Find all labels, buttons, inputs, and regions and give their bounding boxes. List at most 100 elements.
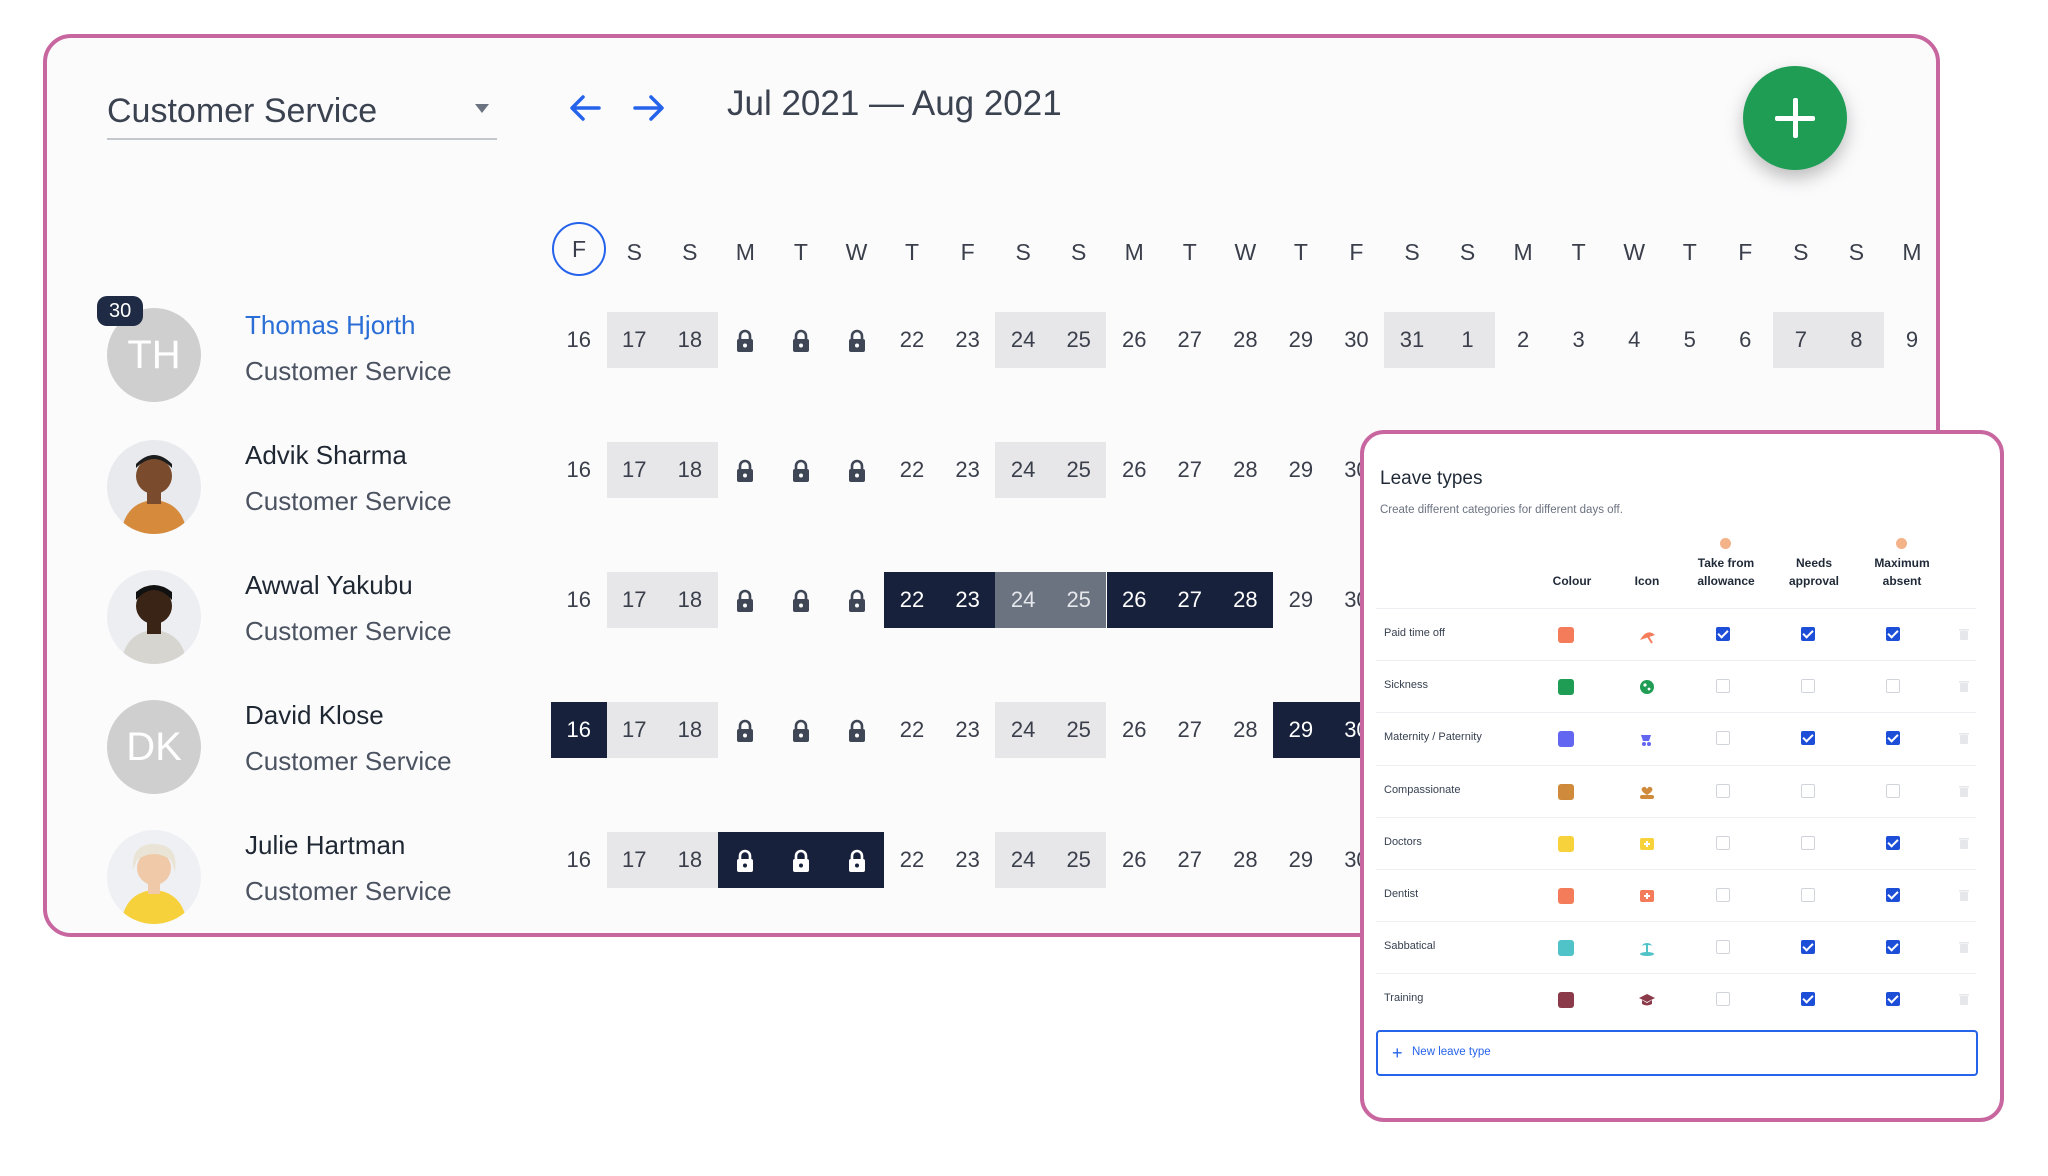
day-cell[interactable]: 22 [884, 572, 940, 628]
take-from-allowance-checkbox[interactable] [1716, 679, 1730, 694]
colour-swatch[interactable] [1558, 679, 1574, 696]
employee-name[interactable]: David Klose [245, 700, 384, 731]
day-cell[interactable]: 25 [1050, 442, 1107, 498]
take-from-allowance-checkbox[interactable] [1716, 627, 1730, 641]
day-cell[interactable]: 18 [662, 702, 718, 758]
locked-day-cell[interactable] [829, 442, 885, 498]
day-cell[interactable]: 25 [1050, 572, 1107, 628]
locked-day-cell[interactable] [718, 572, 774, 628]
day-cell[interactable]: 27 [1162, 702, 1218, 758]
leave-type-row[interactable]: Sabbatical [1376, 921, 1976, 974]
day-cell[interactable]: 22 [884, 312, 940, 368]
day-cell[interactable]: 16 [551, 702, 607, 758]
day-cell[interactable]: 3 [1551, 312, 1607, 368]
day-cell[interactable]: 2 [1495, 312, 1551, 368]
day-cell[interactable]: 24 [995, 572, 1051, 628]
leave-type-row[interactable]: Doctors [1376, 816, 1976, 870]
stroller-icon[interactable] [1638, 730, 1656, 748]
colour-swatch[interactable] [1558, 992, 1574, 1009]
day-cell[interactable]: 16 [551, 832, 607, 888]
day-cell[interactable]: 7 [1773, 312, 1829, 368]
leave-type-row[interactable]: Maternity / Paternity [1376, 712, 1976, 765]
day-cell[interactable]: 18 [662, 442, 718, 498]
day-cell[interactable]: 17 [606, 702, 663, 758]
day-cell[interactable]: 25 [1050, 832, 1107, 888]
graduation-cap-icon[interactable] [1638, 991, 1656, 1009]
day-cell[interactable]: 24 [995, 832, 1051, 888]
colour-swatch[interactable] [1558, 783, 1574, 800]
trash-icon[interactable] [1959, 680, 1969, 693]
day-cell[interactable]: 29 [1273, 312, 1329, 368]
day-cell[interactable]: 16 [551, 442, 607, 498]
day-cell[interactable]: 17 [606, 832, 663, 888]
trash-icon[interactable] [1959, 628, 1969, 640]
day-cell[interactable]: 28 [1217, 572, 1274, 628]
needs-approval-checkbox[interactable] [1801, 835, 1815, 850]
employee-name[interactable]: Julie Hartman [245, 830, 405, 861]
day-cell[interactable]: 22 [884, 442, 940, 498]
day-cell[interactable]: 16 [551, 572, 607, 628]
day-cell[interactable]: 24 [995, 442, 1051, 498]
trash-icon[interactable] [1959, 993, 1969, 1006]
day-cell[interactable]: 28 [1218, 442, 1274, 498]
add-button[interactable] [1743, 66, 1847, 170]
take-from-allowance-checkbox[interactable] [1716, 783, 1730, 798]
beach-umbrella-icon[interactable] [1638, 626, 1656, 644]
leave-type-row[interactable]: Training [1376, 973, 1976, 1026]
day-cell[interactable]: 16 [551, 312, 607, 368]
maximum-absent-checkbox[interactable] [1886, 679, 1900, 694]
employee-name[interactable]: Thomas Hjorth [245, 310, 416, 341]
locked-day-cell[interactable] [828, 832, 885, 888]
trash-icon[interactable] [1959, 732, 1969, 745]
day-cell[interactable]: 9 [1884, 312, 1936, 368]
take-from-allowance-checkbox[interactable] [1716, 940, 1730, 955]
day-cell[interactable]: 4 [1606, 312, 1662, 368]
needs-approval-checkbox[interactable] [1801, 679, 1815, 694]
leave-type-row[interactable]: Paid time off [1376, 608, 1976, 661]
day-cell[interactable]: 29 [1273, 702, 1329, 758]
maximum-absent-checkbox[interactable] [1886, 731, 1900, 746]
locked-day-cell[interactable] [718, 702, 774, 758]
day-cell[interactable]: 27 [1162, 832, 1218, 888]
leave-type-row[interactable]: Dentist [1376, 869, 1976, 922]
colour-swatch[interactable] [1558, 940, 1574, 957]
day-cell[interactable]: 29 [1273, 572, 1329, 628]
day-cell[interactable]: 1 [1439, 312, 1496, 368]
day-cell[interactable]: 27 [1162, 312, 1218, 368]
day-cell[interactable]: 17 [606, 442, 663, 498]
trash-icon[interactable] [1959, 785, 1969, 797]
trash-icon[interactable] [1959, 889, 1969, 901]
day-cell[interactable]: 23 [939, 572, 996, 628]
locked-day-cell[interactable] [717, 832, 774, 888]
day-cell[interactable]: 25 [1050, 312, 1107, 368]
day-cell[interactable]: 26 [1107, 702, 1163, 758]
locked-day-cell[interactable] [773, 442, 829, 498]
medical-kit-icon[interactable] [1638, 835, 1656, 853]
colour-swatch[interactable] [1558, 627, 1574, 643]
locked-day-cell[interactable] [829, 702, 885, 758]
needs-approval-checkbox[interactable] [1801, 783, 1815, 798]
day-cell[interactable]: 26 [1107, 442, 1163, 498]
maximum-absent-checkbox[interactable] [1886, 627, 1900, 641]
day-cell[interactable]: 28 [1218, 702, 1274, 758]
maximum-absent-checkbox[interactable] [1886, 940, 1900, 955]
maximum-absent-checkbox[interactable] [1886, 835, 1900, 850]
day-cell[interactable]: 23 [940, 832, 996, 888]
info-icon[interactable] [1720, 538, 1731, 549]
locked-day-cell[interactable] [773, 312, 829, 368]
locked-day-cell[interactable] [773, 832, 829, 888]
colour-swatch[interactable] [1558, 888, 1574, 904]
day-cell[interactable]: 17 [606, 312, 663, 368]
arrow-left-icon[interactable] [563, 86, 607, 130]
day-cell[interactable]: 23 [940, 702, 996, 758]
day-cell[interactable]: 27 [1162, 572, 1218, 628]
employee-name[interactable]: Awwal Yakubu [245, 570, 413, 601]
day-cell[interactable]: 29 [1273, 832, 1329, 888]
day-cell[interactable]: 18 [662, 572, 718, 628]
needs-approval-checkbox[interactable] [1801, 731, 1815, 746]
day-cell[interactable]: 22 [884, 702, 940, 758]
day-cell[interactable]: 5 [1662, 312, 1718, 368]
maximum-absent-checkbox[interactable] [1886, 783, 1900, 798]
day-cell[interactable]: 24 [995, 312, 1051, 368]
island-icon[interactable] [1638, 939, 1656, 957]
